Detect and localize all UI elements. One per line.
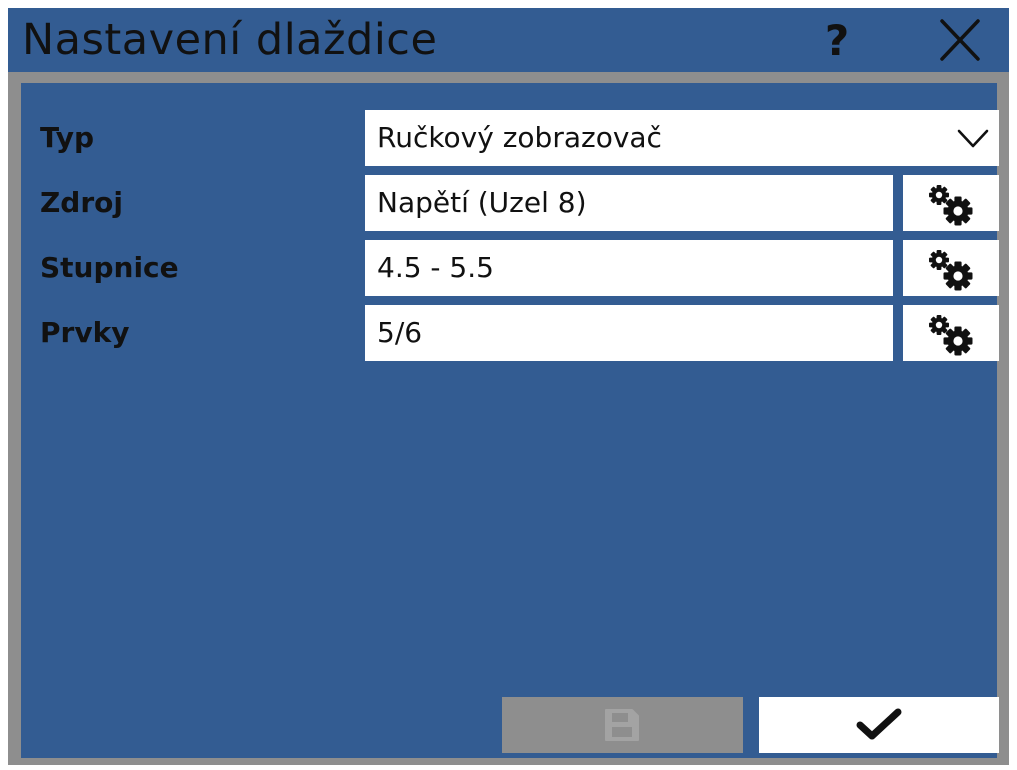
checkmark-icon bbox=[856, 708, 902, 740]
title-bar: Nastavení dlaždice ? bbox=[8, 8, 1009, 72]
source-field[interactable]: Napětí (Uzel 8) bbox=[365, 175, 893, 231]
source-settings-button[interactable] bbox=[903, 175, 999, 231]
close-icon bbox=[940, 19, 980, 61]
type-label: Typ bbox=[40, 121, 95, 154]
tile-settings-dialog: Nastavení dlaždice ? Typ Ručkový zobrazo… bbox=[8, 8, 1009, 765]
settings-panel: Typ Ručkový zobrazovač Zdroj Napětí (Uze… bbox=[21, 83, 999, 758]
type-select-value: Ručkový zobrazovač bbox=[377, 121, 662, 154]
gears-icon bbox=[929, 315, 973, 356]
confirm-button[interactable] bbox=[759, 697, 999, 753]
type-select[interactable]: Ručkový zobrazovač bbox=[365, 110, 999, 166]
help-button[interactable]: ? bbox=[808, 16, 866, 66]
elements-label: Prvky bbox=[40, 316, 130, 349]
source-label: Zdroj bbox=[40, 186, 123, 219]
dialog-title: Nastavení dlaždice bbox=[22, 15, 438, 65]
scale-settings-button[interactable] bbox=[903, 240, 999, 296]
save-button[interactable] bbox=[502, 697, 743, 753]
elements-settings-button[interactable] bbox=[903, 305, 999, 361]
scale-label: Stupnice bbox=[40, 251, 179, 284]
chevron-down-icon bbox=[957, 129, 989, 148]
elements-field[interactable]: 5/6 bbox=[365, 305, 893, 361]
gears-icon bbox=[929, 185, 973, 226]
close-button[interactable] bbox=[931, 15, 989, 67]
scale-field[interactable]: 4.5 - 5.5 bbox=[365, 240, 893, 296]
gears-icon bbox=[929, 250, 973, 291]
save-icon bbox=[605, 709, 639, 741]
